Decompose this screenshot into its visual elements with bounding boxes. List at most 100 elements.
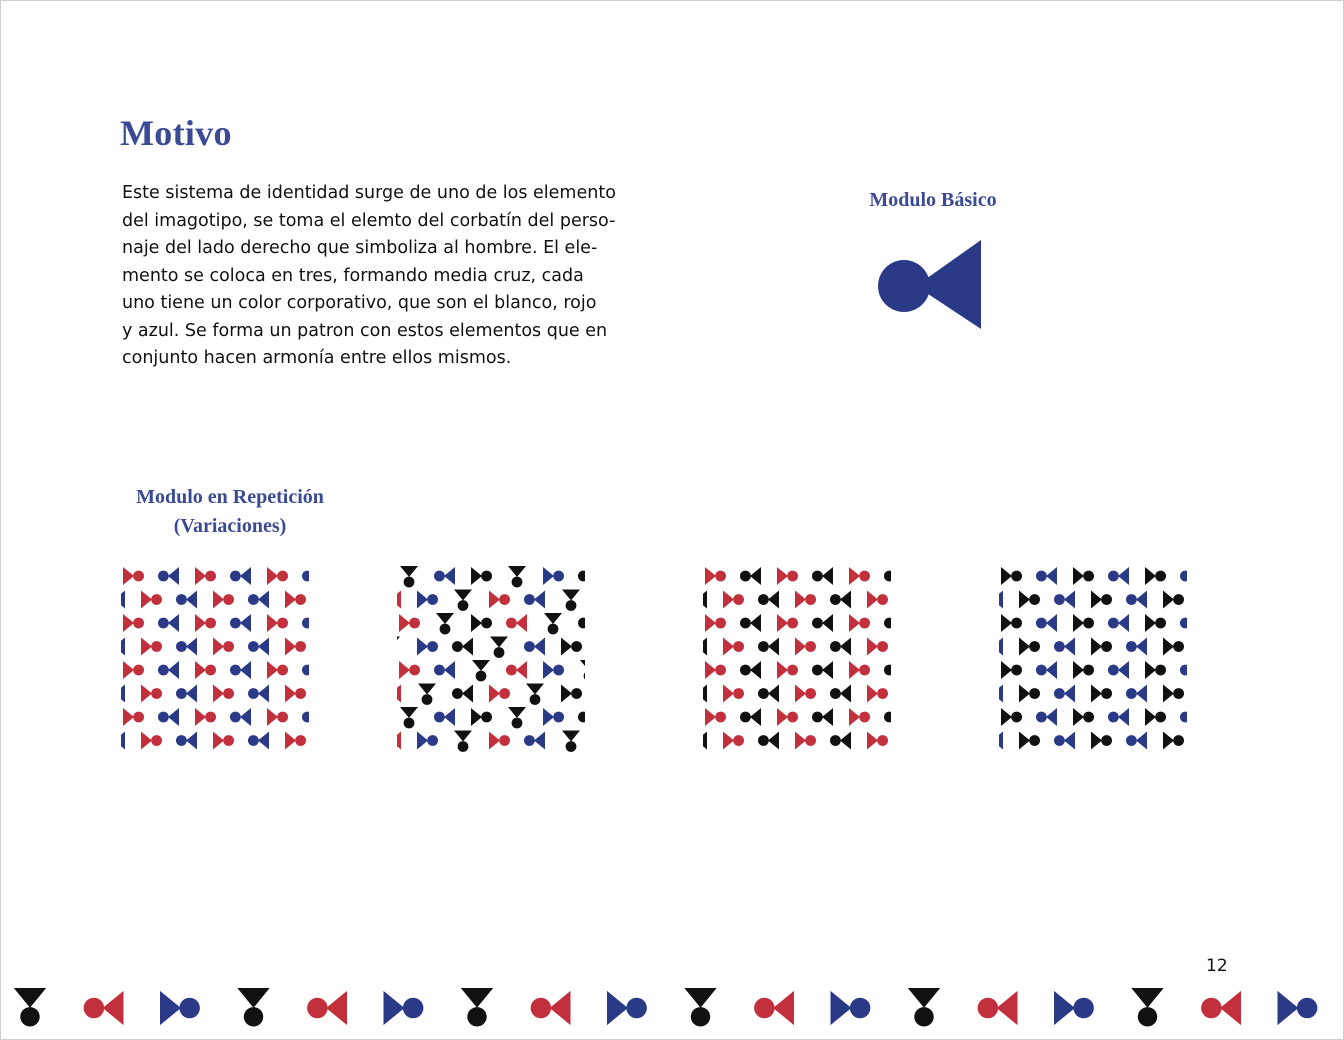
motif-mark	[1036, 614, 1057, 632]
motif-mark	[812, 567, 833, 585]
motif-mark	[999, 684, 1003, 703]
motif-mark	[1108, 708, 1129, 726]
motif-mark	[1001, 567, 1022, 585]
motif-mark	[417, 590, 438, 609]
motif-mark	[884, 664, 891, 676]
motif-mark	[121, 731, 125, 750]
motif-mark	[849, 661, 870, 679]
motif-mark	[121, 590, 125, 609]
motif-mark	[524, 590, 545, 609]
motif-mark	[471, 567, 492, 585]
motif-mark	[561, 684, 582, 703]
motif-mark	[248, 637, 269, 656]
motif-mark	[1180, 664, 1187, 676]
basic-module-label-text: Modulo Básico	[869, 189, 997, 211]
motif-mark	[703, 731, 707, 750]
basic-module-figure	[872, 238, 984, 332]
repetition-label: Modulo en Repetición (Variaciones)	[110, 483, 350, 541]
motif-mark	[472, 660, 490, 682]
motif-mark	[1145, 567, 1166, 585]
motif-mark	[160, 990, 200, 1026]
motif-mark	[526, 683, 544, 705]
motif-mark	[1073, 708, 1094, 726]
motif-mark	[795, 637, 816, 656]
motif-mark	[740, 708, 761, 726]
motif-mark	[302, 664, 309, 676]
motif-mark	[399, 661, 420, 679]
motif-mark	[195, 661, 216, 679]
motif-mark	[723, 684, 744, 703]
motif-mark	[999, 731, 1003, 750]
motif-mark	[1091, 590, 1112, 609]
motif-mark	[248, 684, 269, 703]
motif-mark	[544, 613, 562, 635]
motif-mark	[705, 567, 726, 585]
bowtie-motif-icon	[878, 240, 981, 329]
pattern-red-black	[703, 564, 891, 753]
motif-mark	[1163, 731, 1184, 750]
pattern-svg	[703, 567, 891, 750]
motif-mark	[1180, 711, 1187, 723]
motif-mark	[141, 590, 162, 609]
motif-mark	[524, 731, 545, 750]
motif-mark	[543, 567, 564, 585]
motif-mark	[1126, 590, 1147, 609]
motif-mark	[307, 990, 347, 1026]
motif-mark	[302, 617, 309, 629]
motif-mark	[705, 614, 726, 632]
motif-mark	[213, 684, 234, 703]
motif-mark	[195, 708, 216, 726]
motif-mark	[795, 684, 816, 703]
motif-mark	[213, 590, 234, 609]
motif-mark	[417, 731, 438, 750]
motif-mark	[580, 660, 585, 680]
motif-mark	[884, 570, 891, 582]
motif-mark	[1073, 661, 1094, 679]
motif-mark	[1108, 567, 1129, 585]
motif-mark	[397, 731, 401, 750]
motif-mark	[400, 566, 418, 588]
motif-mark	[267, 661, 288, 679]
motif-mark	[248, 590, 269, 609]
motif-mark	[141, 637, 162, 656]
motif-mark	[703, 590, 707, 609]
motif-mark	[1054, 684, 1075, 703]
motif-mark	[684, 988, 717, 1027]
motif-mark	[302, 570, 309, 582]
motif-mark	[777, 567, 798, 585]
motif-mark	[578, 617, 585, 629]
motif-mark	[1126, 731, 1147, 750]
motif-mark	[562, 730, 580, 752]
motif-mark	[230, 567, 251, 585]
motif-mark	[452, 637, 473, 656]
motif-mark	[867, 684, 888, 703]
motif-mark	[399, 614, 420, 632]
motif-mark	[830, 684, 851, 703]
motif-mark	[454, 730, 472, 752]
pattern-svg	[397, 566, 585, 752]
motif-mark	[1054, 731, 1075, 750]
motif-mark	[561, 637, 582, 656]
motif-mark	[121, 637, 125, 656]
paragraph-line: Este sistema de identidad surge de uno d…	[122, 183, 616, 203]
motif-mark	[867, 590, 888, 609]
motif-mark	[777, 614, 798, 632]
motif-mark	[758, 590, 779, 609]
motif-mark	[999, 590, 1003, 609]
motif-mark	[1163, 590, 1184, 609]
motif-mark	[176, 684, 197, 703]
motif-mark	[524, 637, 545, 656]
motif-mark	[830, 731, 851, 750]
motif-mark	[158, 661, 179, 679]
repetition-label-line: (Variaciones)	[173, 515, 287, 537]
motif-mark	[1163, 684, 1184, 703]
motif-mark	[1180, 617, 1187, 629]
motif-mark	[1019, 684, 1040, 703]
repetition-label-line: Modulo en Repetición	[136, 486, 324, 508]
motif-mark	[267, 567, 288, 585]
motif-mark	[812, 661, 833, 679]
motif-mark	[489, 731, 510, 750]
motif-mark	[723, 637, 744, 656]
page-title: Motivo	[120, 113, 232, 153]
motif-mark	[1054, 637, 1075, 656]
